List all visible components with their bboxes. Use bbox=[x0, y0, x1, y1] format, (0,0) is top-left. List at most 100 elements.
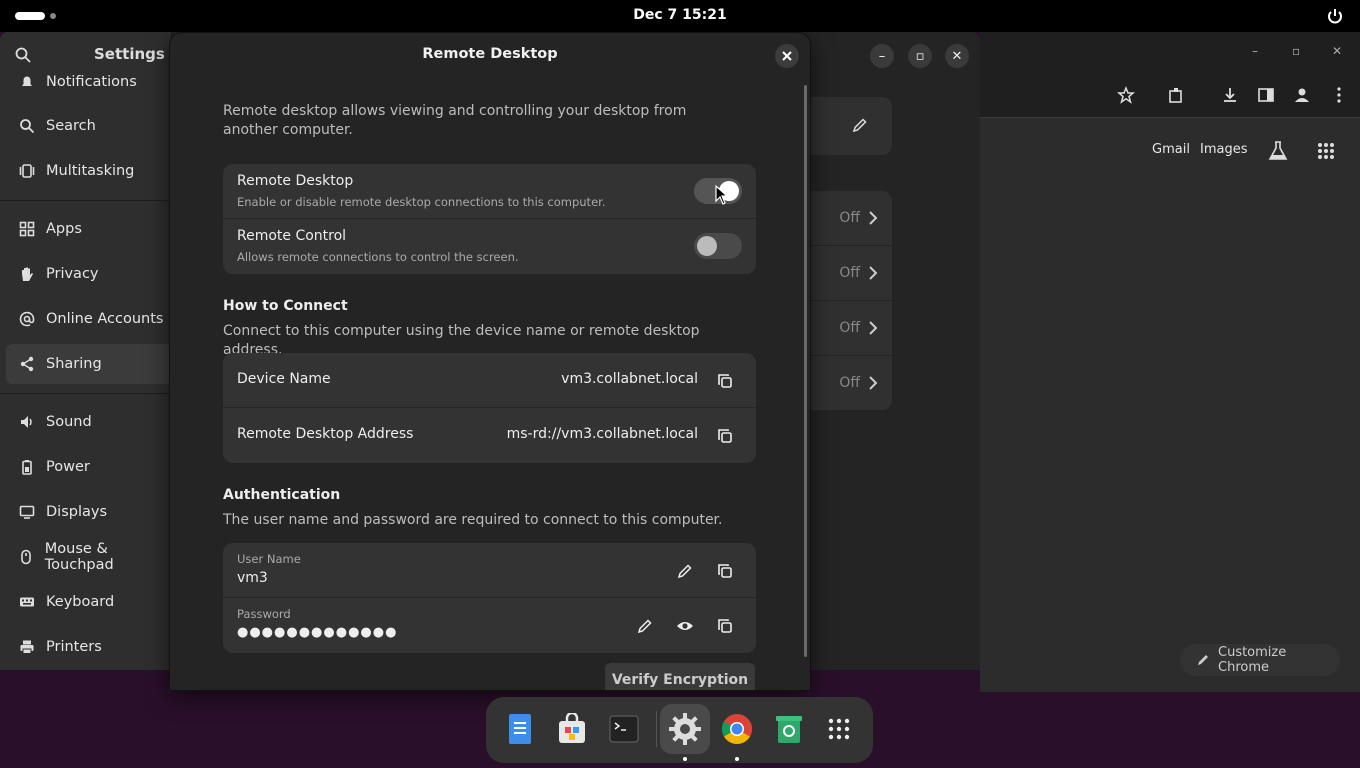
sharing-row-ghost[interactable]: Off bbox=[810, 301, 892, 355]
sidebar-item-sharing[interactable]: Sharing bbox=[6, 344, 172, 384]
copy-icon[interactable] bbox=[714, 560, 736, 582]
remote-desktop-row[interactable]: Remote Desktop Enable or disable remote … bbox=[223, 164, 756, 219]
sidebar-item-apps[interactable]: Apps bbox=[6, 209, 172, 249]
google-apps-icon[interactable] bbox=[1317, 142, 1335, 160]
software-icon[interactable] bbox=[552, 709, 592, 749]
edit-pencil-icon[interactable] bbox=[674, 560, 696, 582]
maximize-icon[interactable]: ▫ bbox=[1292, 44, 1300, 58]
profile-icon[interactable] bbox=[1293, 86, 1311, 104]
close-icon[interactable]: ✕ bbox=[1332, 44, 1342, 58]
copy-icon[interactable] bbox=[714, 425, 736, 447]
sidebar-item-displays[interactable]: Displays bbox=[6, 492, 172, 532]
gmail-link[interactable]: Gmail bbox=[1152, 142, 1190, 157]
remote-desktop-dialog: Remote Desktop Remote desktop allows vie… bbox=[170, 33, 810, 690]
minimize-icon[interactable]: – bbox=[870, 44, 894, 68]
bell-icon bbox=[18, 73, 36, 91]
sidebar-item-search[interactable]: Search bbox=[6, 106, 172, 146]
sidebar-item-label: Online Accounts bbox=[46, 311, 164, 327]
copy-icon[interactable] bbox=[714, 615, 736, 637]
settings-sidebar: Settings Notifications Search Multitaski… bbox=[0, 32, 172, 670]
sidebar-item-sound[interactable]: Sound bbox=[6, 402, 172, 442]
customize-chrome-label: Customize Chrome bbox=[1218, 645, 1287, 675]
sharing-row-ghost[interactable]: Off bbox=[810, 246, 892, 300]
sidebar-item-label: Search bbox=[46, 118, 96, 134]
mouse-cursor-icon bbox=[715, 185, 729, 205]
bookmark-star-icon[interactable] bbox=[1117, 86, 1135, 104]
remote-control-row[interactable]: Remote Control Allows remote connections… bbox=[223, 219, 756, 274]
copy-icon[interactable] bbox=[714, 370, 736, 392]
images-link[interactable]: Images bbox=[1200, 142, 1248, 157]
top-bar: Dec 7 15:21 bbox=[0, 0, 1360, 32]
apps-grid-icon bbox=[18, 220, 36, 238]
labs-flask-icon[interactable] bbox=[1268, 140, 1288, 162]
address-label: Remote Desktop Address bbox=[237, 426, 414, 442]
customize-chrome-button[interactable]: Customize Chrome bbox=[1180, 644, 1340, 676]
dialog-title: Remote Desktop bbox=[422, 46, 558, 62]
sidebar-item-keyboard[interactable]: Keyboard bbox=[6, 582, 172, 622]
status-off: Off bbox=[839, 210, 860, 226]
clock[interactable]: Dec 7 15:21 bbox=[0, 7, 1360, 23]
speaker-icon bbox=[18, 413, 36, 431]
trash-icon[interactable] bbox=[769, 709, 809, 749]
sidebar-item-label: Notifications bbox=[46, 74, 137, 90]
side-panel-icon[interactable] bbox=[1257, 86, 1275, 104]
remote-control-switch[interactable] bbox=[694, 233, 742, 259]
extensions-icon[interactable] bbox=[1167, 86, 1185, 104]
address-row: Remote Desktop Address ms-rd://vm3.colla… bbox=[223, 408, 756, 463]
sharing-row-ghost[interactable]: Off bbox=[810, 191, 892, 245]
download-icon[interactable] bbox=[1221, 86, 1239, 104]
connect-heading: How to Connect bbox=[223, 298, 348, 314]
close-icon[interactable] bbox=[775, 44, 799, 68]
terminal-icon[interactable] bbox=[604, 709, 644, 749]
auth-description: The user name and password are required … bbox=[223, 512, 723, 528]
chrome-toolbar: – ▫ ✕ bbox=[980, 32, 1360, 118]
sidebar-item-power[interactable]: Power bbox=[6, 447, 172, 487]
username-value: vm3 bbox=[237, 570, 268, 586]
username-row: User Name vm3 bbox=[223, 543, 756, 598]
minimize-icon[interactable]: – bbox=[1252, 44, 1258, 58]
at-icon bbox=[18, 310, 36, 328]
sidebar-item-mouse-touchpad[interactable]: Mouse & Touchpad bbox=[6, 537, 172, 577]
mouse-icon bbox=[18, 548, 35, 566]
files-icon[interactable] bbox=[500, 709, 540, 749]
display-icon bbox=[18, 503, 36, 521]
sidebar-item-label: Displays bbox=[46, 504, 108, 520]
scrollbar[interactable] bbox=[804, 85, 807, 657]
verify-encryption-button[interactable]: Verify Encryption bbox=[605, 663, 755, 690]
auth-card: User Name vm3 Password ●●●●●●●●●●●●● bbox=[223, 543, 756, 653]
app-grid-icon[interactable] bbox=[819, 709, 859, 749]
share-icon bbox=[18, 355, 36, 373]
device-name-row: Device Name vm3.collabnet.local bbox=[223, 353, 756, 408]
toggles-card: Remote Desktop Enable or disable remote … bbox=[223, 164, 756, 274]
sidebar-item-notifications[interactable]: Notifications bbox=[6, 62, 172, 102]
dock-separator bbox=[656, 711, 657, 747]
kebab-menu-icon[interactable] bbox=[1330, 86, 1348, 104]
sidebar-item-label: Sound bbox=[46, 414, 92, 430]
battery-icon bbox=[18, 458, 36, 476]
sidebar-item-label: Printers bbox=[46, 639, 102, 655]
edit-pencil-icon[interactable] bbox=[852, 117, 868, 133]
sidebar-item-privacy[interactable]: Privacy bbox=[6, 254, 172, 294]
settings-title: Settings bbox=[94, 45, 165, 63]
settings-icon[interactable] bbox=[665, 709, 705, 749]
password-value: ●●●●●●●●●●●●● bbox=[237, 625, 398, 640]
search-icon bbox=[18, 117, 36, 135]
username-label: User Name bbox=[237, 552, 301, 566]
sidebar-item-online-accounts[interactable]: Online Accounts bbox=[6, 299, 172, 339]
edit-pencil-icon[interactable] bbox=[634, 615, 656, 637]
close-icon[interactable]: ✕ bbox=[945, 44, 969, 68]
chrome-icon[interactable] bbox=[717, 709, 757, 749]
sidebar-item-multitasking[interactable]: Multitasking bbox=[6, 151, 172, 191]
sidebar-item-printers[interactable]: Printers bbox=[6, 627, 172, 667]
maximize-icon[interactable]: ▫ bbox=[908, 44, 932, 68]
connect-card: Device Name vm3.collabnet.local Remote D… bbox=[223, 353, 756, 463]
row-subtitle: Enable or disable remote desktop connect… bbox=[237, 195, 606, 209]
eye-icon[interactable] bbox=[674, 615, 696, 637]
sharing-row-ghost[interactable]: Off bbox=[810, 356, 892, 410]
power-icon[interactable] bbox=[1326, 7, 1344, 25]
status-off: Off bbox=[839, 265, 860, 281]
sidebar-item-label: Keyboard bbox=[46, 594, 115, 610]
intro-text: Remote desktop allows viewing and contro… bbox=[223, 103, 687, 138]
sidebar-item-label: Mouse & Touchpad bbox=[44, 541, 114, 573]
status-off: Off bbox=[839, 375, 860, 391]
